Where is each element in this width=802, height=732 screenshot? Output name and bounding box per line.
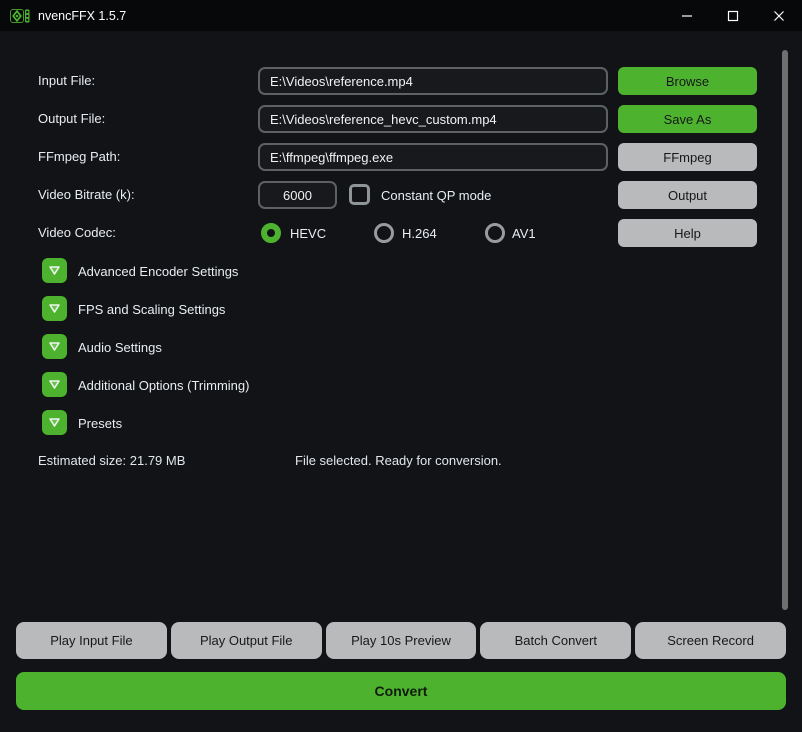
constant-qp-label: Constant QP mode bbox=[381, 188, 492, 203]
advanced-encoder-settings-label: Advanced Encoder Settings bbox=[78, 264, 239, 279]
presets-label: Presets bbox=[78, 416, 123, 431]
audio-settings-toggle[interactable] bbox=[42, 334, 67, 359]
window-title: nvencFFX 1.5.7 bbox=[38, 8, 127, 23]
additional-options-toggle[interactable] bbox=[42, 372, 67, 397]
codec-radio-h264-label: H.264 bbox=[402, 226, 437, 241]
minimize-icon bbox=[682, 14, 692, 17]
app-window: nvencFFX 1.5.7 Input File: Browse Output… bbox=[0, 0, 802, 732]
vertical-scrollbar-thumb[interactable] bbox=[782, 50, 788, 610]
collapse-arrow-down-icon bbox=[49, 342, 60, 351]
estimated-size-text: Estimated size: 21.79 MB bbox=[38, 453, 186, 468]
play-10s-preview-button[interactable]: Play 10s Preview bbox=[325, 622, 477, 659]
maximize-button[interactable] bbox=[710, 0, 756, 31]
screen-record-button[interactable]: Screen Record bbox=[635, 622, 786, 659]
codec-radio-hevc-label: HEVC bbox=[290, 226, 327, 241]
fps-scaling-settings-toggle[interactable] bbox=[42, 296, 67, 321]
ffmpeg-button[interactable]: FFmpeg bbox=[618, 143, 757, 171]
app-logo-icon bbox=[10, 8, 30, 24]
collapse-arrow-down-icon bbox=[49, 380, 60, 389]
collapse-arrow-down-icon bbox=[49, 266, 60, 275]
output-button[interactable]: Output bbox=[618, 181, 757, 209]
maximize-icon bbox=[727, 10, 739, 21]
input-file-label: Input File: bbox=[38, 73, 96, 88]
titlebar: nvencFFX 1.5.7 bbox=[0, 0, 802, 31]
status-message: File selected. Ready for conversion. bbox=[295, 453, 502, 468]
minimize-button[interactable] bbox=[664, 0, 710, 31]
play-output-file-button[interactable]: Play Output File bbox=[170, 622, 322, 659]
save-as-button[interactable]: Save As bbox=[618, 105, 757, 133]
codec-radio-h264[interactable] bbox=[374, 223, 394, 243]
bottom-button-bar: Play Input File Play Output File Play 10… bbox=[16, 622, 786, 659]
close-icon bbox=[774, 10, 784, 21]
constant-qp-checkbox[interactable] bbox=[349, 184, 370, 205]
codec-radio-av1-label: AV1 bbox=[512, 226, 536, 241]
close-button[interactable] bbox=[756, 0, 802, 31]
input-file-field[interactable] bbox=[258, 67, 608, 95]
batch-convert-button[interactable]: Batch Convert bbox=[480, 622, 632, 659]
fps-scaling-settings-label: FPS and Scaling Settings bbox=[78, 302, 226, 317]
window-controls bbox=[664, 0, 802, 31]
codec-label: Video Codec: bbox=[38, 225, 116, 240]
play-input-file-button[interactable]: Play Input File bbox=[16, 622, 167, 659]
bitrate-label: Video Bitrate (k): bbox=[38, 187, 135, 202]
bitrate-field[interactable] bbox=[258, 181, 337, 209]
presets-toggle[interactable] bbox=[42, 410, 67, 435]
additional-options-label: Additional Options (Trimming) bbox=[78, 378, 250, 393]
codec-radio-hevc[interactable] bbox=[261, 223, 281, 243]
advanced-encoder-settings-toggle[interactable] bbox=[42, 258, 67, 283]
collapse-arrow-down-icon bbox=[49, 304, 60, 313]
help-button[interactable]: Help bbox=[618, 219, 757, 247]
codec-radio-av1[interactable] bbox=[485, 223, 505, 243]
ffmpeg-path-label: FFmpeg Path: bbox=[38, 149, 121, 164]
audio-settings-label: Audio Settings bbox=[78, 340, 162, 355]
collapse-arrow-down-icon bbox=[49, 418, 60, 427]
ffmpeg-path-field[interactable] bbox=[258, 143, 608, 171]
browse-button[interactable]: Browse bbox=[618, 67, 757, 95]
convert-button[interactable]: Convert bbox=[16, 672, 786, 710]
output-file-label: Output File: bbox=[38, 111, 106, 126]
output-file-field[interactable] bbox=[258, 105, 608, 133]
